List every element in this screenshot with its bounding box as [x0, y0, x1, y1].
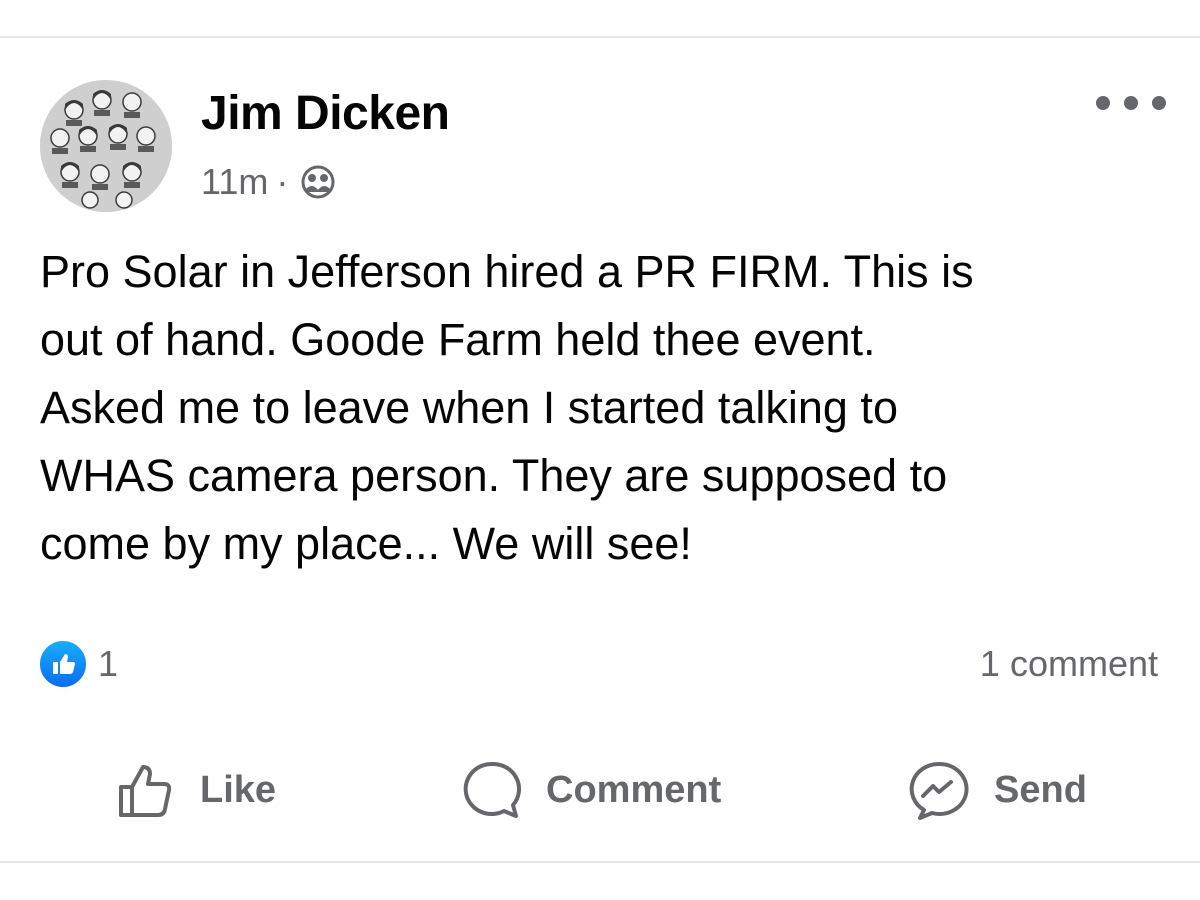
comment-icon: [463, 761, 521, 818]
post-text-line: Asked me to leave when I started talking…: [40, 382, 898, 433]
send-button[interactable]: Send: [906, 758, 1087, 822]
like-button[interactable]: Like: [116, 758, 276, 822]
like-reaction-icon: [38, 639, 88, 689]
comment-count[interactable]: 1 comment: [980, 640, 1158, 688]
more-options-icon[interactable]: [1096, 86, 1166, 120]
more-dot: [1096, 96, 1110, 110]
post-text-line: Pro Solar in Jefferson hired a PR FIRM. …: [40, 246, 974, 297]
messenger-icon: [909, 761, 969, 820]
send-label: Send: [994, 768, 1087, 811]
meta-separator: ·: [276, 161, 289, 202]
avatar-photo: [40, 80, 172, 212]
friends-icon: [298, 162, 338, 202]
more-dot: [1124, 96, 1138, 110]
author-name[interactable]: Jim Dicken: [201, 86, 450, 141]
comment-button[interactable]: Comment: [460, 758, 721, 822]
post-timestamp[interactable]: 11m: [201, 161, 268, 203]
bottom-divider: [0, 861, 1200, 863]
avatar[interactable]: [40, 80, 172, 212]
like-label: Like: [200, 768, 277, 811]
like-icon: [119, 765, 172, 817]
post-text-line: out of hand. Goode Farm held thee event.: [40, 314, 876, 365]
post-text: Pro Solar in Jefferson hired a PR FIRM. …: [40, 238, 1170, 578]
post-text-line: come by my place... We will see!: [40, 518, 692, 569]
top-divider: [0, 36, 1200, 38]
reaction-count: 1: [98, 643, 119, 684]
reaction-summary[interactable]: 1: [38, 638, 118, 690]
comment-label: Comment: [546, 768, 722, 811]
post-text-line: WHAS camera person. They are supposed to: [40, 450, 948, 501]
more-dot: [1152, 96, 1166, 110]
post-meta: 11m ·: [201, 158, 338, 206]
